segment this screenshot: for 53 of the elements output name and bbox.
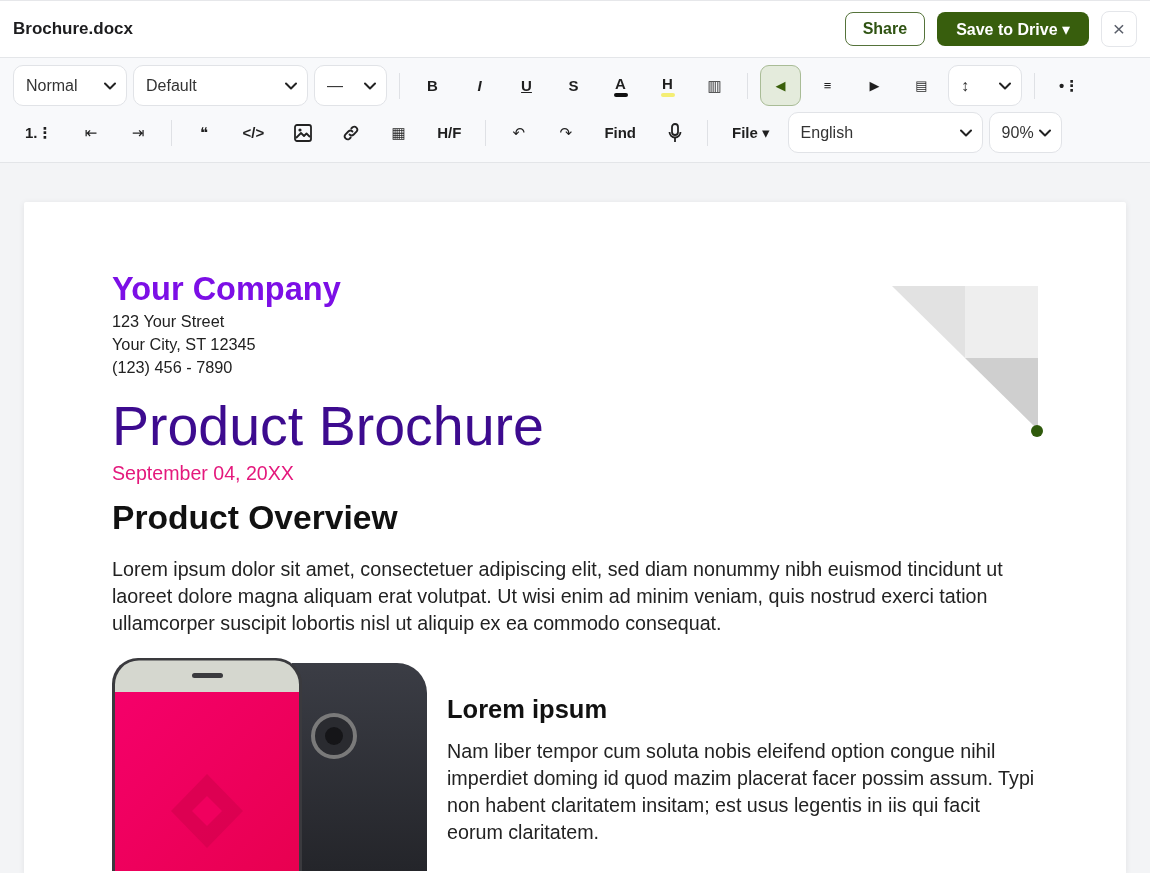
dropdown[interactable]: 90% xyxy=(988,112,1062,153)
toolbar-button[interactable]: ↶ xyxy=(498,112,540,153)
address-line: (123) 456 - 7890 xyxy=(112,357,234,378)
align-button[interactable]: ▤ xyxy=(901,65,942,106)
toolbar-button[interactable]: ↷ xyxy=(545,112,587,153)
chevron-down-icon xyxy=(364,81,376,90)
toolbar-button[interactable]: A xyxy=(600,65,641,106)
body-paragraph: Lorem ipsum dolor sit amet, consectetuer adipiscing elit, sed diam nonummy nibh euismod tincidunt ut laoreet dolore magna aliquam erat volutpat. Ut wisi enim ad minim veniam, quis nostrud exerci tation ullamcorper suscipit lobortis nisl ut aliquip ex ea commodo consequat. xyxy=(112,557,1004,636)
toolbar-button[interactable]: S xyxy=(553,65,594,106)
align-button[interactable]: ≡ xyxy=(807,65,848,106)
toolbar-button[interactable]: ⇤ xyxy=(70,112,112,153)
align-button[interactable]: ▶ xyxy=(854,65,895,106)
share-button[interactable]: Share xyxy=(844,12,926,46)
document-title: Brochure.docx xyxy=(13,19,133,39)
toolbar-button[interactable]: ▦ xyxy=(378,112,420,153)
date-text: September 04, 20XX xyxy=(112,461,295,485)
chevron-down-icon xyxy=(285,81,297,90)
toolbar-button[interactable]: File ▾ xyxy=(720,112,782,153)
toolbar-button[interactable]: 1.⋮ xyxy=(13,112,65,153)
toolbar-button[interactable]: ❝ xyxy=(183,112,225,153)
microphone-icon xyxy=(667,122,682,143)
dropdown[interactable]: English xyxy=(787,112,983,153)
toolbar-button[interactable]: B xyxy=(412,65,453,106)
brochure-title: Product Brochure xyxy=(112,395,544,457)
address-line: Your City, ST 12345 xyxy=(112,334,257,355)
chevron-down-icon xyxy=(104,81,116,90)
dropdown[interactable]: ↕ xyxy=(948,65,1022,106)
save-button[interactable]: Save to Drive ▾ xyxy=(937,12,1089,46)
subsection-heading: Lorem ipsum xyxy=(447,694,609,724)
address-line: 123 Your Street xyxy=(112,311,226,332)
toolbar-button[interactable]: </> xyxy=(230,112,277,153)
dropdown[interactable]: Default xyxy=(133,65,308,106)
toolbar-button[interactable]: Find xyxy=(592,112,649,153)
toolbar-button[interactable]: H/F xyxy=(425,112,474,153)
align-button[interactable]: ◀ xyxy=(760,65,801,106)
toolbar-button[interactable]: H xyxy=(647,65,688,106)
section-heading: Product Overview xyxy=(112,498,399,538)
chevron-down-icon xyxy=(1038,128,1051,137)
link-icon xyxy=(342,123,361,142)
subsection-paragraph: Nam liber tempor cum soluta nobis eleifend option congue nihil imperdiet doming id quod mazim placerat facer possim assum. Typi non habent claritatem insitam; est usus legentis in iis qui facit eorum claritatem. xyxy=(447,739,1036,845)
image-icon xyxy=(294,123,313,142)
toolbar-button[interactable]: ▥ xyxy=(694,65,735,106)
toolbar-button[interactable]: ⇥ xyxy=(117,112,159,153)
chevron-down-icon xyxy=(999,81,1011,90)
dropdown[interactable]: — xyxy=(314,65,387,106)
chevron-down-icon xyxy=(959,128,972,137)
toolbar-button[interactable]: U xyxy=(506,65,547,106)
close-button[interactable]: × xyxy=(1101,11,1137,47)
dropdown[interactable]: Normal xyxy=(13,65,127,106)
company-name: Your Company xyxy=(112,270,342,308)
toolbar-button[interactable]: •⋮ xyxy=(1047,65,1092,106)
toolbar-button[interactable]: I xyxy=(459,65,500,106)
resize-handle[interactable] xyxy=(1031,425,1043,437)
